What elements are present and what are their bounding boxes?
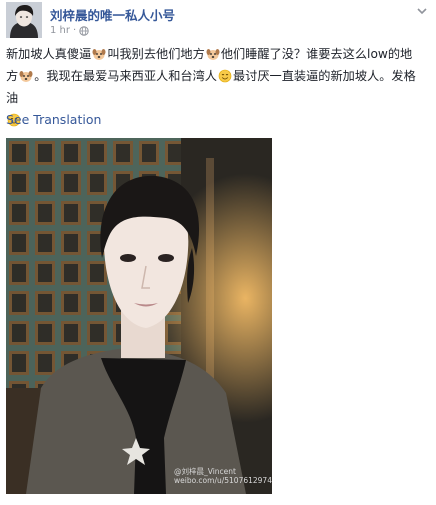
- post-text-segment: 。我现在最爱马来西亚人和台湾人: [34, 69, 217, 83]
- post-text-segment: 他们睡醒了没？谁要去这么low的地: [220, 47, 413, 61]
- post-options-chevron-icon[interactable]: [416, 6, 428, 16]
- dog-face-emoji-icon: [92, 49, 106, 60]
- meta-separator: ·: [73, 25, 77, 36]
- watermark-handle: @刘梓晨_Vincent: [174, 467, 236, 476]
- photo-selfie-image: [6, 138, 272, 494]
- author-name[interactable]: 刘梓晨的唯一私人小号: [50, 5, 175, 24]
- smiling-face-emoji-icon: [218, 69, 232, 83]
- dog-face-emoji-icon: [206, 49, 220, 60]
- post-timestamp[interactable]: 1 hr: [50, 25, 70, 36]
- post-text-segment: 叫我别去他们地方: [107, 47, 205, 61]
- post-photo[interactable]: @刘梓晨_Vincent weibo.com/u/5107612974: [6, 138, 272, 494]
- see-translation-link[interactable]: See Translation: [6, 112, 101, 127]
- post-text-segment: 新加坡人真傻逼: [6, 47, 92, 61]
- post-text-segment: 方: [6, 69, 19, 83]
- facebook-post: 刘梓晨的唯一私人小号 1 hr · 新加坡人真傻逼 叫我别去他们地方 他们睡醒了没？…: [0, 0, 436, 505]
- author-avatar[interactable]: [6, 2, 42, 38]
- globe-icon[interactable]: [79, 25, 89, 36]
- watermark-url: weibo.com/u/5107612974: [174, 476, 272, 485]
- post-meta: 1 hr ·: [50, 25, 89, 36]
- dog-face-emoji-icon: [19, 71, 33, 82]
- photo-watermark: @刘梓晨_Vincent weibo.com/u/5107612974: [174, 467, 272, 485]
